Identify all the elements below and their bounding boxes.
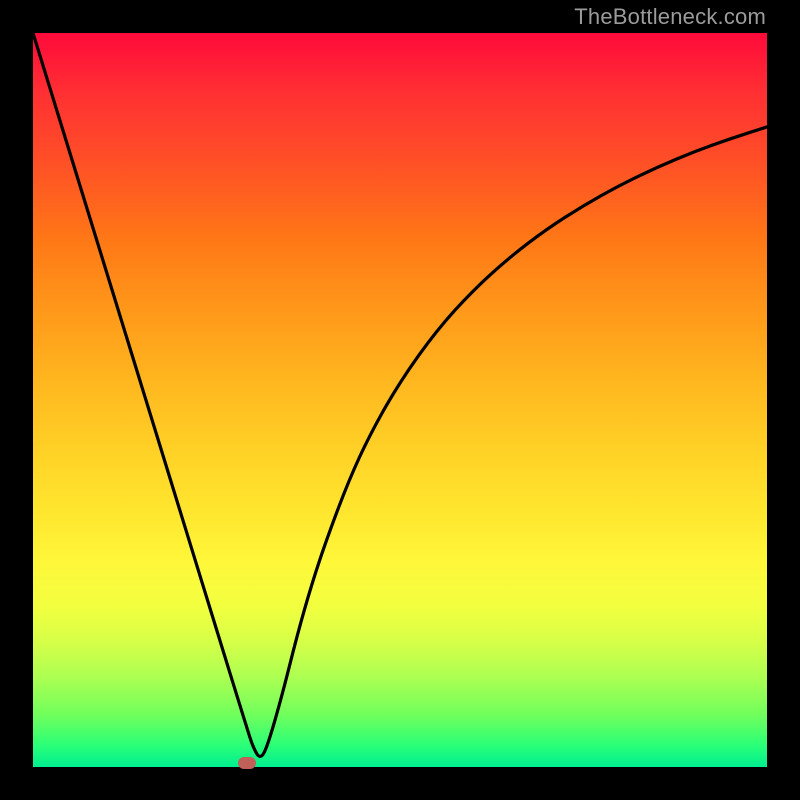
watermark-text: TheBottleneck.com [574, 4, 766, 30]
bottleneck-curve [33, 33, 767, 756]
chart-frame: TheBottleneck.com [0, 0, 800, 800]
curve-svg [33, 33, 767, 767]
plot-area [33, 33, 767, 767]
minimum-marker [238, 757, 256, 769]
